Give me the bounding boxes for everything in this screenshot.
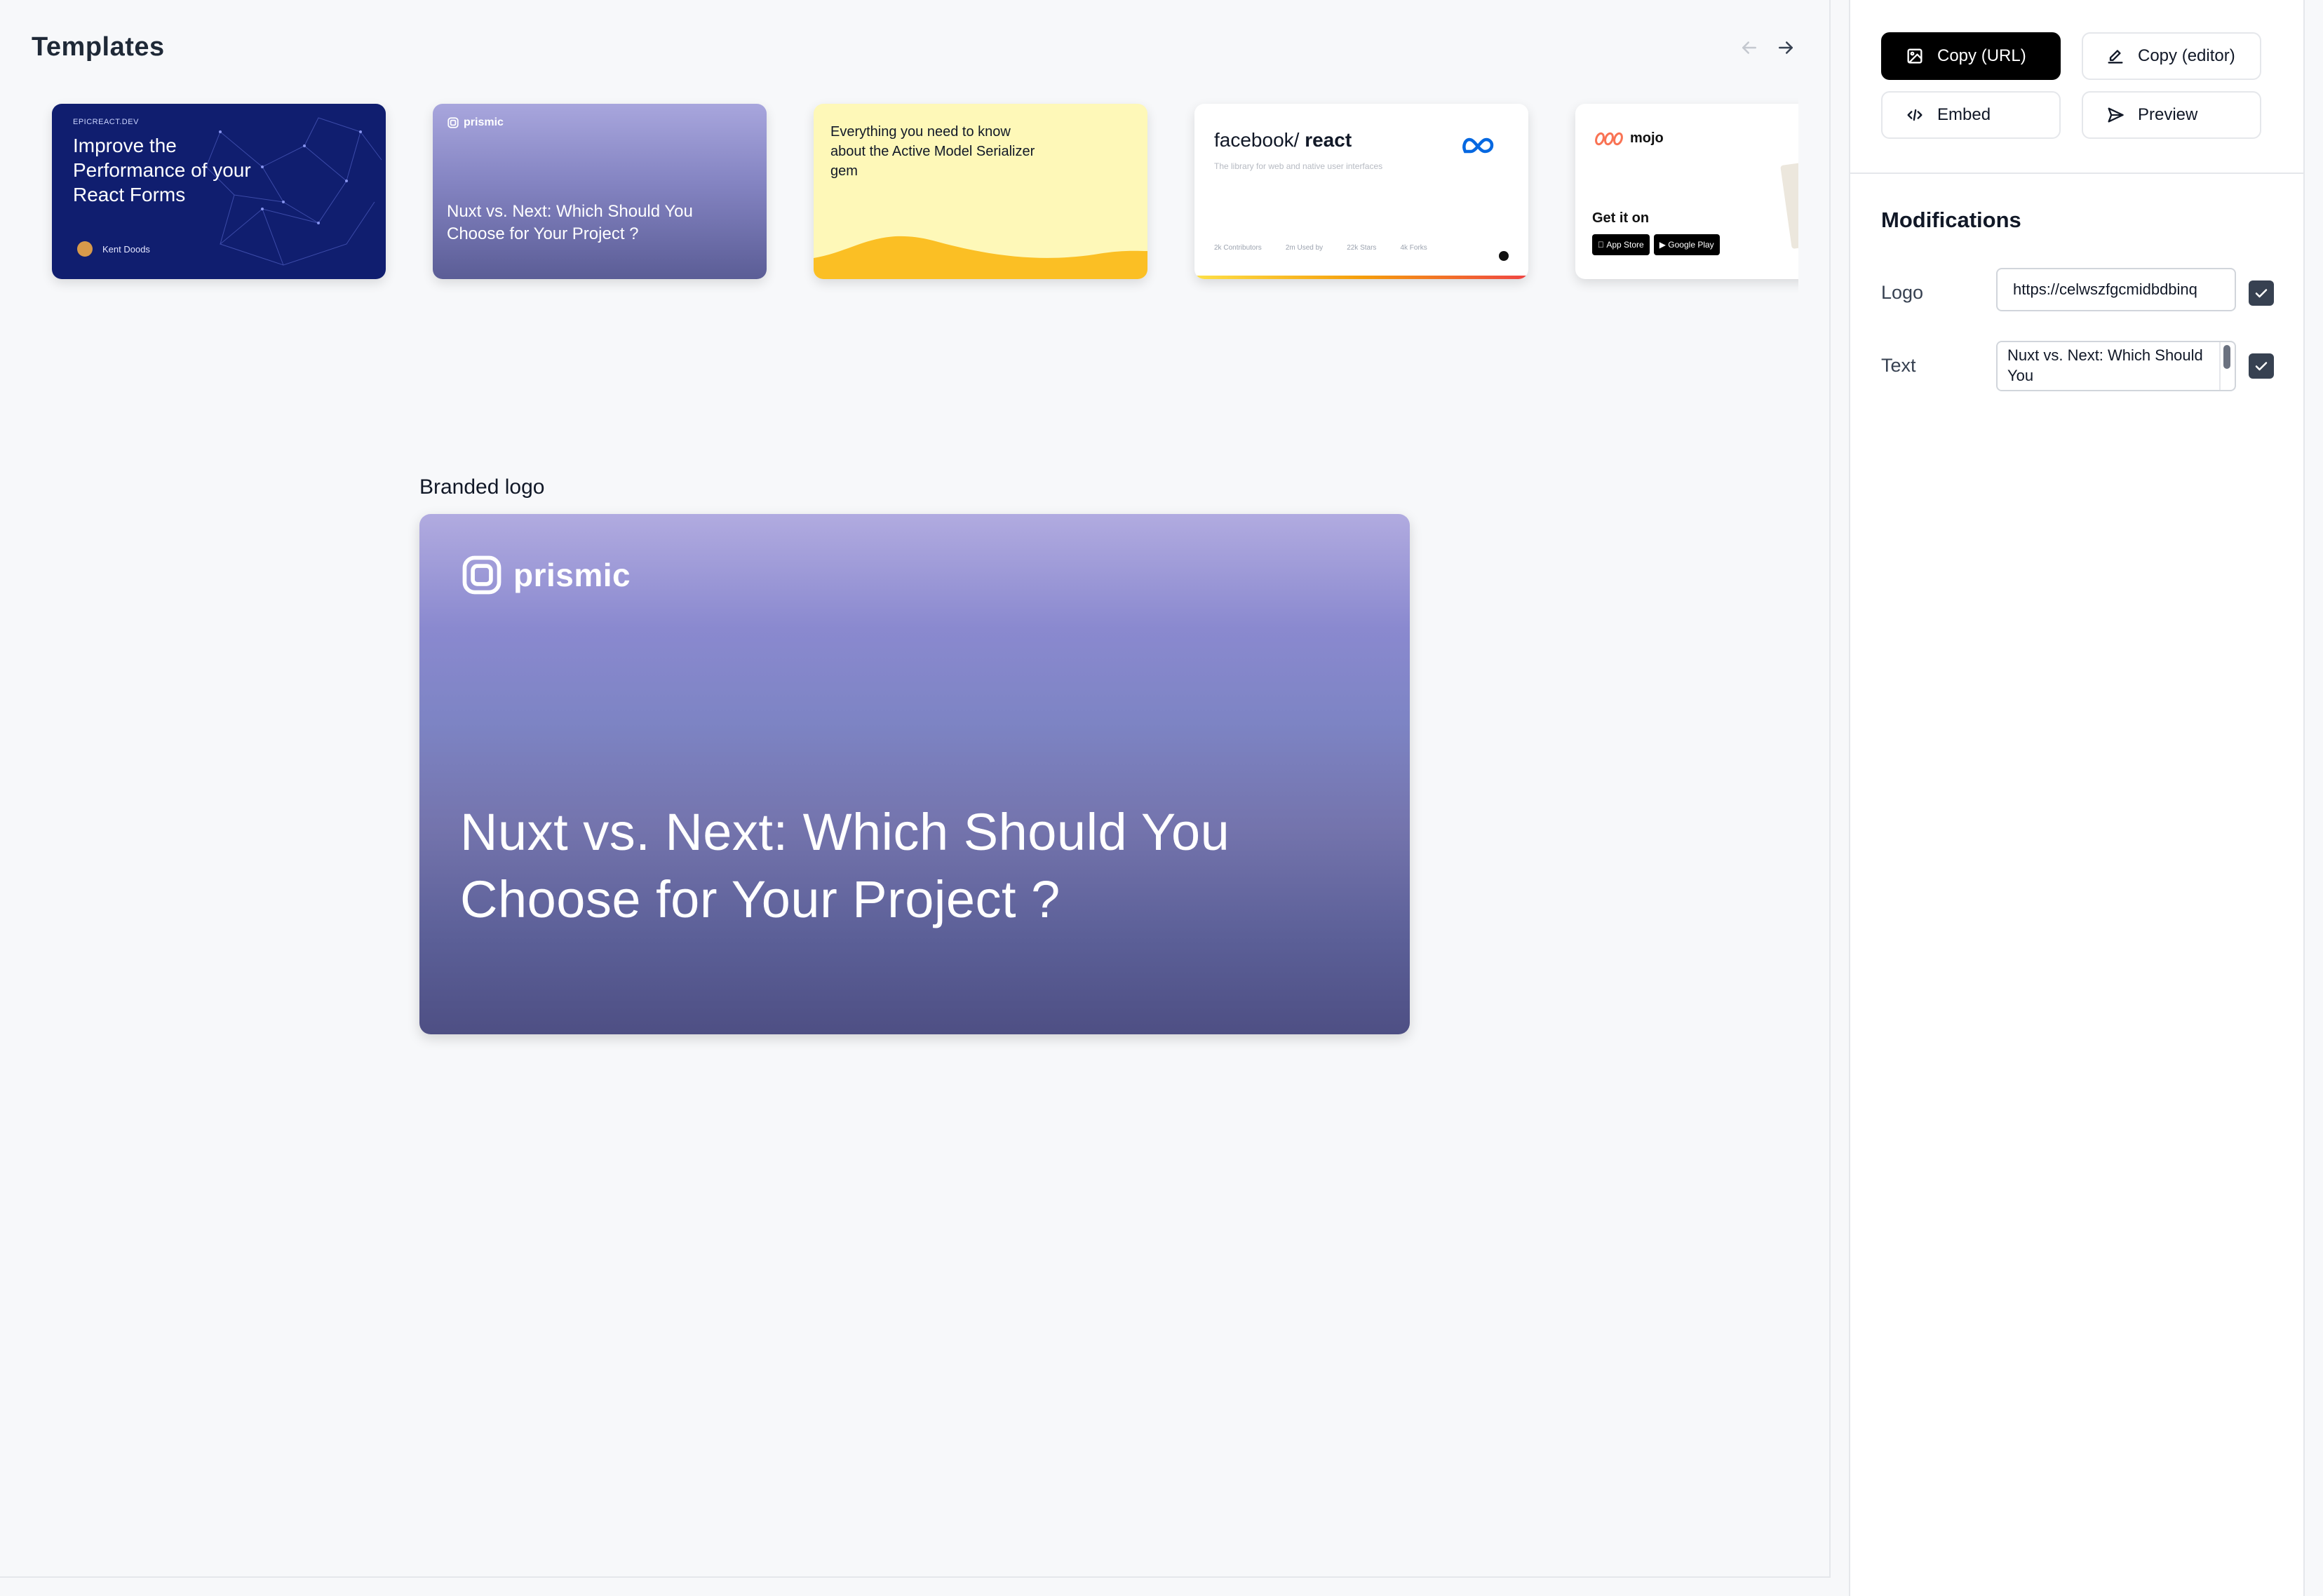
check-icon — [2255, 362, 2268, 371]
app-cta: Get it on — [1592, 210, 1650, 226]
stat-used-by: 2m Used by — [1285, 244, 1324, 252]
embed-label: Embed — [1937, 105, 1991, 124]
prismic-logo-icon — [462, 555, 501, 595]
template-card-yellow-wave[interactable]: Everything you need to know about the Ac… — [814, 104, 1147, 279]
text-input[interactable]: Nuxt vs. Next: Which Should You — [1998, 342, 2215, 390]
repo-name: react — [1305, 129, 1352, 151]
templates-title: Templates — [32, 32, 165, 62]
mojo-logo-icon — [1595, 132, 1623, 145]
repo-owner: facebook/ — [1214, 129, 1300, 151]
apple-icon:  — [1598, 240, 1604, 250]
send-icon — [2108, 107, 2124, 123]
image-icon — [1907, 48, 1923, 64]
repo-stats: 2k Contributors 2m Used by 22k Stars 4k … — [1214, 244, 1427, 252]
card-title: Nuxt vs. Next: Which Should You Choose f… — [447, 202, 693, 243]
card-author: Kent Doods — [102, 244, 150, 255]
template-card-app-promo[interactable]: mojo Get it on  App Store ▶ Google Play — [1575, 104, 1798, 279]
app-store-badge:  App Store — [1592, 234, 1650, 255]
textarea-scrollbar-track — [2219, 342, 2221, 390]
product-photo — [1780, 155, 1798, 249]
sidebar: Copy (URL) Copy (editor) Embed Preview M… — [1849, 0, 2305, 1596]
preview-label-text: Preview — [2138, 105, 2198, 124]
meta-logo-icon — [1462, 137, 1494, 154]
code-icon — [1907, 109, 1923, 121]
preview-button[interactable]: Preview — [2082, 91, 2261, 139]
store-badges:  App Store ▶ Google Play — [1592, 234, 1720, 255]
mojo-logo: mojo — [1594, 130, 1664, 147]
card-eyebrow: EPICREACT.DEV — [73, 118, 139, 126]
check-icon — [2255, 289, 2268, 298]
template-card-branded-logo[interactable]: prismic Nuxt vs. Next: Which Should You … — [433, 104, 767, 279]
copy-editor-label: Copy (editor) — [2138, 46, 2235, 65]
repo-title: facebook/ react — [1214, 129, 1352, 151]
mojo-logo-text: mojo — [1630, 130, 1664, 146]
template-card-epicreact[interactable]: EPICREACT.DEV Improve the Performance of… — [52, 104, 386, 279]
divider — [1850, 173, 2303, 174]
stat-contributors: 2k Contributors — [1214, 244, 1262, 252]
github-icon — [1499, 251, 1509, 261]
text-label: Text — [1881, 355, 1916, 376]
author-avatar — [77, 241, 93, 257]
text-enabled-checkbox[interactable] — [2249, 353, 2274, 379]
logo-url-input[interactable] — [1996, 268, 2236, 311]
preview-logo-text: prismic — [513, 557, 631, 593]
logo-label: Logo — [1881, 282, 1924, 303]
textarea-scrollbar[interactable] — [2223, 345, 2230, 369]
prismic-logo: prismic — [447, 116, 504, 129]
arrow-right-icon[interactable] — [1770, 32, 1801, 63]
stat-forks: 4k Forks — [1400, 244, 1427, 252]
accent-bar — [1194, 276, 1528, 279]
prismic-logo-text: prismic — [464, 116, 504, 128]
text-input-wrapper: Nuxt vs. Next: Which Should You — [1996, 341, 2236, 391]
copy-url-label: Copy (URL) — [1937, 46, 2026, 65]
modifications-title: Modifications — [1881, 208, 2021, 232]
main-panel: Templates EPICREACT.DEV Improve the Perf… — [0, 0, 1831, 1578]
card-title: Everything you need to know about the Ac… — [830, 124, 1035, 179]
copy-editor-button[interactable]: Copy (editor) — [2082, 32, 2261, 80]
wave-decoration — [814, 236, 1147, 279]
arrow-left-icon[interactable] — [1734, 32, 1765, 63]
preview-headline: Nuxt vs. Next: Which Should You Choose f… — [460, 803, 1230, 928]
template-card-github-repo[interactable]: facebook/ react The library for web and … — [1194, 104, 1528, 279]
preview-label: Branded logo — [419, 475, 545, 499]
og-image-preview: prismic Nuxt vs. Next: Which Should You … — [419, 514, 1410, 1034]
play-icon: ▶ — [1659, 240, 1666, 250]
pencil-icon — [2108, 50, 2123, 64]
prismic-logo-icon — [447, 117, 459, 128]
templates-carousel: EPICREACT.DEV Improve the Performance of… — [0, 91, 1798, 302]
repo-description: The library for web and native user inte… — [1214, 161, 1383, 171]
google-play-badge: ▶ Google Play — [1653, 234, 1720, 255]
copy-url-button[interactable]: Copy (URL) — [1881, 32, 2061, 80]
embed-button[interactable]: Embed — [1881, 91, 2061, 139]
stat-stars: 22k Stars — [1347, 244, 1377, 252]
preview-logo: prismic — [460, 553, 631, 597]
logo-enabled-checkbox[interactable] — [2249, 280, 2274, 306]
card-title: Improve the Performance of your React Fo… — [73, 135, 251, 205]
